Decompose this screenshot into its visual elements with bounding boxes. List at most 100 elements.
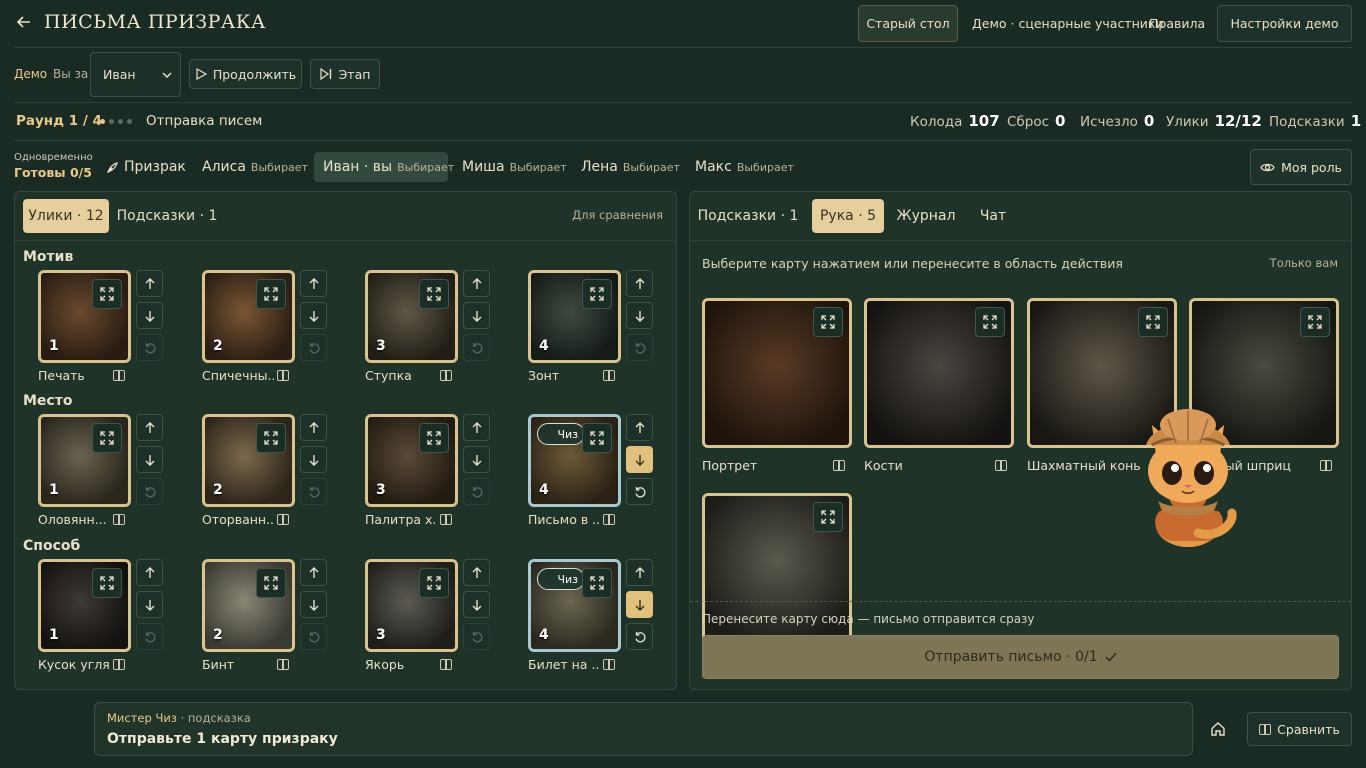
move-down-button[interactable] xyxy=(136,302,163,329)
compare-icon[interactable] xyxy=(113,370,125,381)
back-button[interactable] xyxy=(12,10,36,34)
home-button[interactable] xyxy=(1205,716,1231,742)
tab-journal[interactable]: Журнал xyxy=(894,199,958,233)
move-up-button[interactable] xyxy=(463,414,490,441)
reset-button[interactable] xyxy=(300,623,327,650)
move-down-button[interactable] xyxy=(300,591,327,618)
move-down-button[interactable] xyxy=(463,446,490,473)
move-up-button[interactable] xyxy=(300,414,327,441)
clue-card[interactable]: 3 xyxy=(365,559,458,652)
clue-card[interactable]: 2 xyxy=(202,559,295,652)
expand-icon[interactable] xyxy=(975,307,1005,337)
reset-button[interactable] xyxy=(300,478,327,505)
rules-link[interactable]: Правила xyxy=(1149,16,1205,31)
expand-icon[interactable] xyxy=(92,279,122,309)
old-table-button[interactable]: Старый стол xyxy=(858,5,958,42)
player-ghost[interactable]: Призрак xyxy=(106,152,186,182)
clue-card[interactable]: 1 xyxy=(38,270,131,363)
hand-card[interactable] xyxy=(702,298,852,448)
reset-button[interactable] xyxy=(626,334,653,361)
player-ivan[interactable]: Иван · вы Выбирает xyxy=(314,152,454,182)
reset-button[interactable] xyxy=(136,478,163,505)
tab-hints[interactable]: Подсказки · 1 xyxy=(117,199,218,233)
compare-icon[interactable] xyxy=(995,460,1007,471)
reset-button[interactable] xyxy=(136,334,163,361)
expand-icon[interactable] xyxy=(256,568,286,598)
compare-icon[interactable] xyxy=(277,514,289,525)
move-up-button[interactable] xyxy=(626,414,653,441)
move-up-button[interactable] xyxy=(626,559,653,586)
hand-card[interactable] xyxy=(864,298,1014,448)
move-down-button[interactable] xyxy=(626,302,653,329)
expand-icon[interactable] xyxy=(813,307,843,337)
demo-settings-button[interactable]: Настройки демо xyxy=(1217,5,1352,42)
expand-icon[interactable] xyxy=(813,502,843,532)
demo-participants-link[interactable]: Демо · сценарные участники xyxy=(972,16,1164,31)
my-role-button[interactable]: Моя роль xyxy=(1250,149,1352,185)
move-down-button[interactable] xyxy=(626,591,653,618)
reset-button[interactable] xyxy=(626,623,653,650)
tab-hand[interactable]: Рука · 5 xyxy=(812,199,884,233)
player-alisa[interactable]: Алиса Выбирает xyxy=(202,152,308,182)
compare-icon[interactable] xyxy=(440,659,452,670)
reset-button[interactable] xyxy=(463,623,490,650)
expand-icon[interactable] xyxy=(1300,307,1330,337)
expand-icon[interactable] xyxy=(1138,307,1168,337)
clue-card[interactable]: 1 xyxy=(38,414,131,507)
compare-icon[interactable] xyxy=(440,370,452,381)
compare-icon[interactable] xyxy=(277,659,289,670)
player-lena[interactable]: Лена Выбирает xyxy=(581,152,680,182)
reset-button[interactable] xyxy=(626,478,653,505)
expand-icon[interactable] xyxy=(419,279,449,309)
player-maks[interactable]: Макс Выбирает xyxy=(695,152,794,182)
move-down-button[interactable] xyxy=(136,591,163,618)
compare-icon[interactable] xyxy=(833,460,845,471)
clue-card[interactable]: Чиз 4 xyxy=(528,559,621,652)
clue-card[interactable]: 3 xyxy=(365,270,458,363)
tab-hints[interactable]: Подсказки · 1 xyxy=(698,199,799,233)
reset-button[interactable] xyxy=(463,334,490,361)
move-up-button[interactable] xyxy=(136,270,163,297)
compare-icon[interactable] xyxy=(603,659,615,670)
reset-button[interactable] xyxy=(463,478,490,505)
reset-button[interactable] xyxy=(136,623,163,650)
expand-icon[interactable] xyxy=(256,423,286,453)
compare-icon[interactable] xyxy=(113,514,125,525)
expand-icon[interactable] xyxy=(92,568,122,598)
compare-icon[interactable] xyxy=(1320,460,1332,471)
move-up-button[interactable] xyxy=(300,559,327,586)
compare-icon[interactable] xyxy=(113,659,125,670)
expand-icon[interactable] xyxy=(92,423,122,453)
expand-icon[interactable] xyxy=(419,568,449,598)
send-letter-button[interactable]: Отправить письмо · 0/1 xyxy=(702,635,1339,679)
clue-card[interactable]: Чиз 4 xyxy=(528,414,621,507)
move-down-button[interactable] xyxy=(136,446,163,473)
reset-button[interactable] xyxy=(300,334,327,361)
expand-icon[interactable] xyxy=(582,279,612,309)
expand-icon[interactable] xyxy=(256,279,286,309)
player-misha[interactable]: Миша Выбирает xyxy=(462,152,567,182)
step-button[interactable]: Этап xyxy=(310,59,380,89)
compare-button[interactable]: Сравнить xyxy=(1247,712,1352,746)
player-select[interactable]: Иван xyxy=(90,52,181,97)
continue-button[interactable]: Продолжить xyxy=(189,59,302,89)
move-up-button[interactable] xyxy=(463,270,490,297)
move-down-button[interactable] xyxy=(300,302,327,329)
clue-card[interactable]: 1 xyxy=(38,559,131,652)
expand-icon[interactable] xyxy=(582,423,612,453)
tab-chat[interactable]: Чат xyxy=(970,199,1016,233)
move-down-button[interactable] xyxy=(463,591,490,618)
expand-icon[interactable] xyxy=(419,423,449,453)
clue-card[interactable]: 4 xyxy=(528,270,621,363)
move-up-button[interactable] xyxy=(626,270,653,297)
move-down-button[interactable] xyxy=(626,446,653,473)
move-down-button[interactable] xyxy=(463,302,490,329)
move-up-button[interactable] xyxy=(463,559,490,586)
clue-card[interactable]: 2 xyxy=(202,270,295,363)
clue-card[interactable]: 2 xyxy=(202,414,295,507)
clue-card[interactable]: 3 xyxy=(365,414,458,507)
compare-icon[interactable] xyxy=(440,514,452,525)
compare-icon[interactable] xyxy=(603,370,615,381)
move-down-button[interactable] xyxy=(300,446,327,473)
tab-clues[interactable]: Улики · 12 xyxy=(23,199,109,233)
